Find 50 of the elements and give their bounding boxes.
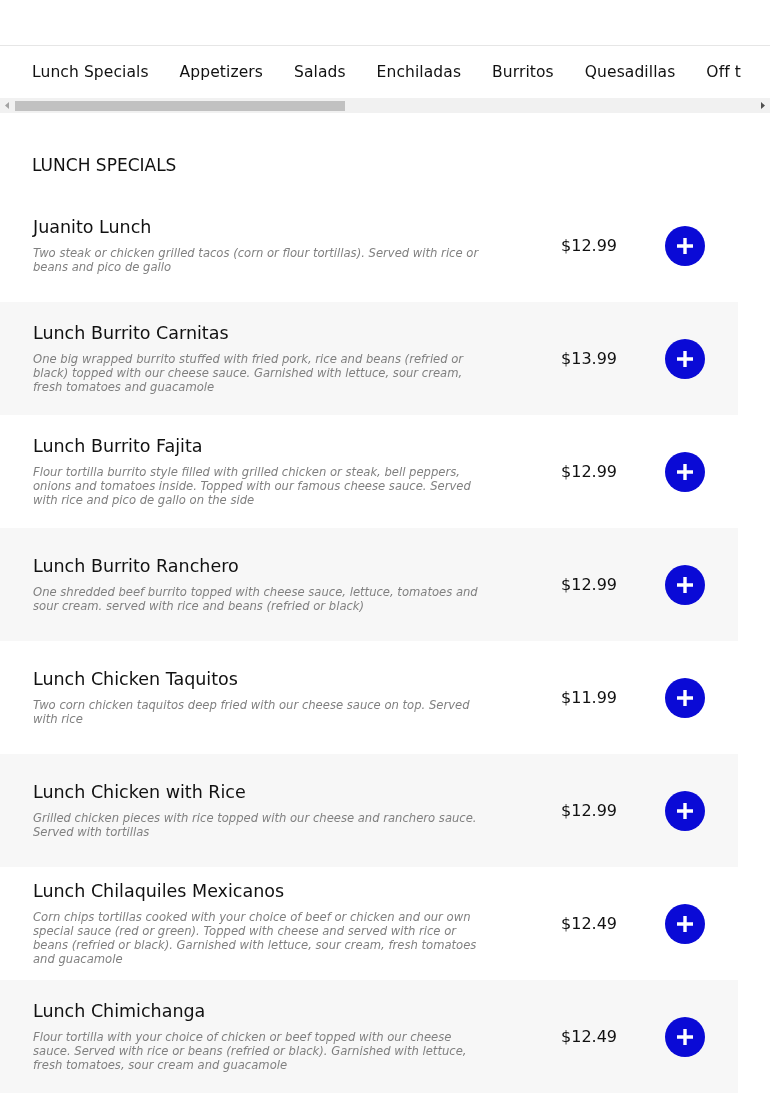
category-tab[interactable]: Quesadillas	[584, 63, 676, 81]
item-price: $12.99	[560, 236, 617, 255]
item-description: Two steak or chicken grilled tacos (corn or flour tortillas). Served with rice or beans and pico de gallo	[33, 246, 480, 274]
add-button[interactable]	[665, 677, 705, 718]
item-description: Grilled chicken pieces with rice topped with our cheese and ranchero sauce. Served with tortillas	[33, 811, 478, 839]
item-name: Lunch Chilaquiles Mexicanos	[33, 881, 286, 901]
add-button[interactable]	[665, 225, 705, 266]
item-name: Lunch Burrito Ranchero	[33, 556, 240, 576]
add-button[interactable]	[665, 338, 705, 379]
add-button[interactable]	[665, 564, 705, 605]
add-button[interactable]	[665, 451, 705, 492]
category-tab[interactable]: Burritos	[492, 63, 554, 81]
item-name: Lunch Chicken with Rice	[33, 782, 247, 802]
plus-icon	[676, 575, 694, 594]
item-description: One shredded beef burrito topped with cheese sauce, lettuce, tomatoes and sour cream. served with rice and beans (refried or black)	[33, 585, 479, 613]
category-tab[interactable]: Salads	[293, 63, 346, 81]
item-name: Lunch Burrito Carnitas	[33, 323, 230, 343]
category-tab[interactable]: Lunch Specials	[32, 63, 149, 81]
item-price: $12.49	[560, 1027, 617, 1046]
category-tab[interactable]: Appetizers	[179, 63, 263, 81]
item-description: Flour tortilla burrito style filled with grilled chicken or steak, bell peppers, onions and tomatoes inside. Topped with our famous cheese sauce. Served with rice and pico de gallo on the side	[33, 465, 472, 507]
scrollbar-thumb[interactable]	[15, 100, 345, 111]
item-price: $12.99	[560, 575, 617, 594]
add-button[interactable]	[665, 790, 705, 831]
item-price: $12.99	[560, 801, 617, 820]
item-price: $13.99	[560, 349, 617, 368]
plus-icon	[676, 1027, 694, 1046]
item-price: $11.99	[560, 688, 617, 707]
plus-icon	[676, 914, 694, 933]
plus-icon	[676, 236, 694, 255]
item-description: Corn chips tortillas cooked with your choice of beef or chicken and our own special sauce (red or green). Topped with cheese and served with rice or beans (refried or black). Garnished with lettuce, sour cream, fresh tomatoes and guacamole	[33, 910, 478, 966]
plus-icon	[676, 801, 694, 820]
item-name: Lunch Burrito Fajita	[33, 436, 204, 456]
section-heading: LUNCH SPECIALS	[31, 154, 178, 177]
category-tab[interactable]: Off t	[706, 63, 741, 81]
item-name: Lunch Chimichanga	[33, 1001, 207, 1021]
item-price: $12.49	[560, 914, 617, 933]
item-name: Juanito Lunch	[33, 217, 153, 237]
item-price: $12.99	[560, 462, 617, 481]
item-name: Lunch Chicken Taquitos	[33, 669, 239, 689]
plus-icon	[676, 462, 694, 481]
item-description: One big wrapped burrito stuffed with fried pork, rice and beans (refried or black) topped with our cheese sauce. Garnished with lettuce, sour cream, fresh tomatoes and guacamole	[33, 352, 465, 394]
category-tab[interactable]: Enchiladas	[376, 63, 462, 81]
horizontal-scrollbar[interactable]	[0, 98, 770, 113]
add-button[interactable]	[665, 1016, 705, 1057]
item-description: Flour tortilla with your choice of chicken or beef topped with our cheese sauce. Served with rice or beans (refried or black). Garnished with lettuce, fresh tomatoes, sour cream and guacamole	[33, 1030, 468, 1072]
plus-icon	[676, 349, 694, 368]
plus-icon	[676, 688, 694, 707]
add-button[interactable]	[665, 903, 705, 944]
item-description: Two corn chicken taquitos deep fried with our cheese sauce on top. Served with rice	[33, 698, 471, 726]
